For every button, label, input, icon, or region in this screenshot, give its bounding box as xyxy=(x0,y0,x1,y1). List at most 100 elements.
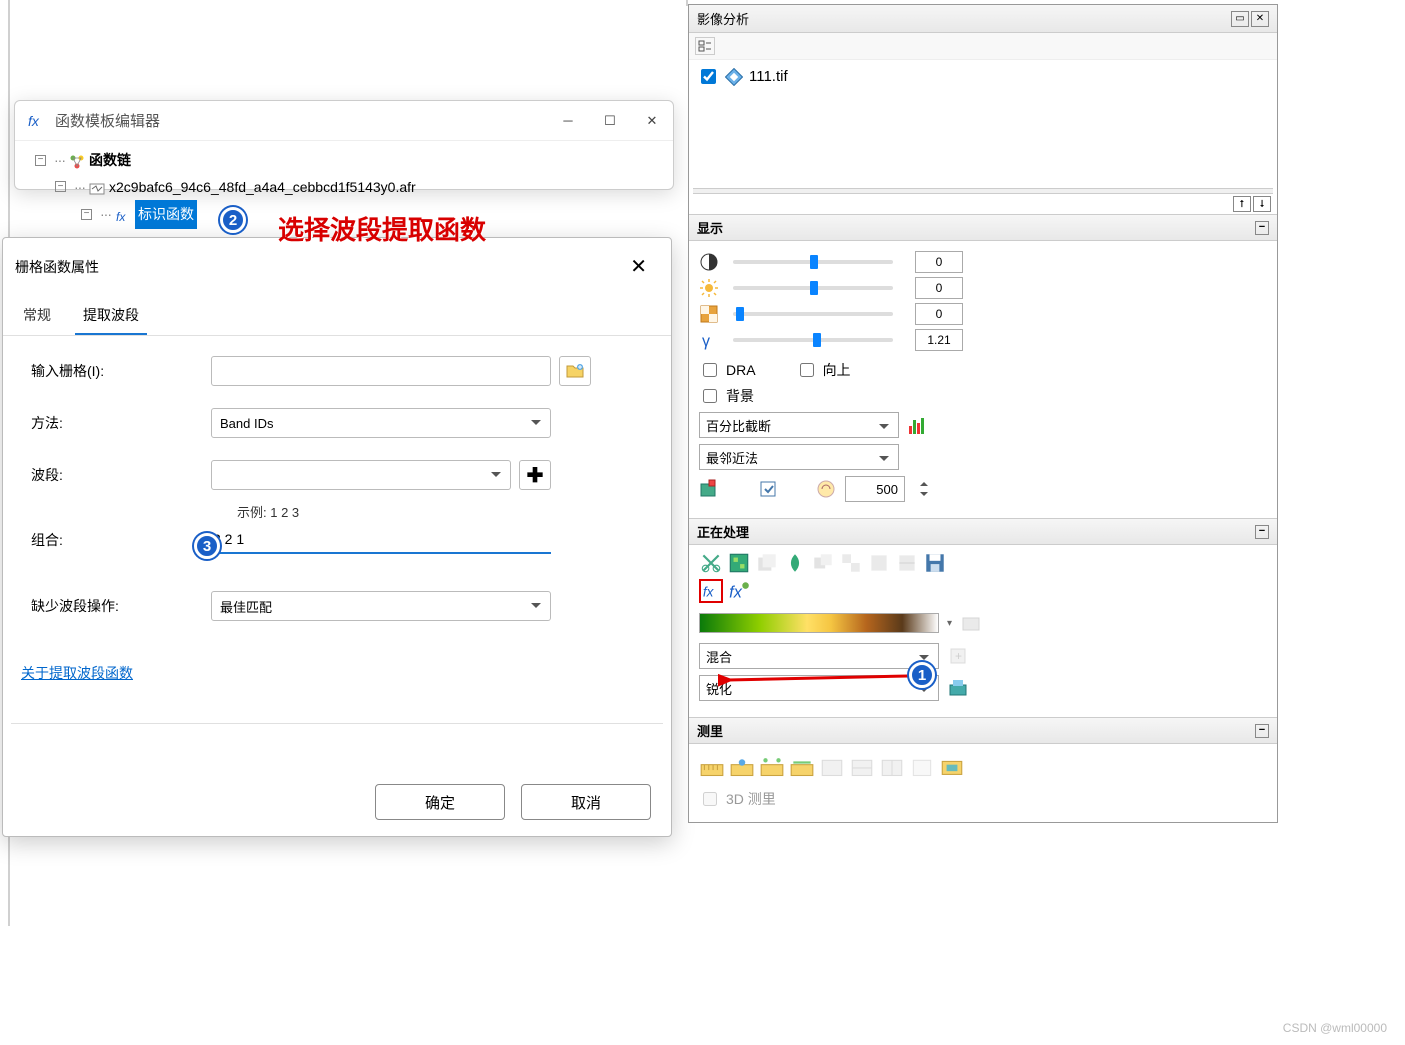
ok-button[interactable]: 确定 xyxy=(375,784,505,820)
dra-checkbox-row[interactable]: DRA xyxy=(699,360,756,380)
combo-input[interactable] xyxy=(211,526,551,554)
contrast-value[interactable]: 0 xyxy=(915,251,963,273)
collapse-icon[interactable]: − xyxy=(81,209,92,220)
transparency-value[interactable]: 0 xyxy=(915,303,963,325)
fx-icon: fx xyxy=(115,206,131,222)
blend-add-icon: + xyxy=(947,645,969,667)
callout-2: 2 xyxy=(220,207,246,233)
fx-titlebar: fx 函数模板编辑器 ─ ☐ ✕ xyxy=(15,101,673,141)
layer-list: 111.tif xyxy=(689,60,1277,188)
clip-tool-icon[interactable] xyxy=(699,551,723,575)
collapse-icon[interactable]: − xyxy=(55,181,66,192)
brightness-slider[interactable] xyxy=(733,286,893,290)
measure-height-icon[interactable] xyxy=(789,756,815,780)
label-method: 方法: xyxy=(31,413,211,433)
cancel-button[interactable]: 取消 xyxy=(521,784,651,820)
svg-text:fx: fx xyxy=(28,113,40,129)
save-tool-icon[interactable] xyxy=(923,551,947,575)
input-raster-field[interactable] xyxy=(211,356,551,386)
stretch-select[interactable] xyxy=(699,412,899,438)
zoom-value[interactable] xyxy=(845,476,905,502)
collapse-icon[interactable]: − xyxy=(1255,525,1269,539)
minimize-button[interactable]: ─ xyxy=(559,112,577,130)
missing-select[interactable] xyxy=(211,591,551,621)
section-display-head[interactable]: 显示 − xyxy=(689,214,1277,241)
3d-measure-row[interactable]: 3D 测里 xyxy=(699,789,1267,809)
measure-tool8-icon xyxy=(909,756,935,780)
callout-3: 3 xyxy=(194,533,220,559)
measure-tool6-icon xyxy=(849,756,875,780)
composite-tool-icon xyxy=(755,551,779,575)
section-measure-head[interactable]: 测里 − xyxy=(689,717,1277,744)
color-ramp[interactable] xyxy=(699,613,939,633)
brightness-value[interactable]: 0 xyxy=(915,277,963,299)
help-link[interactable]: 关于提取波段函数 xyxy=(21,665,133,681)
fx-window-title: 函数模板编辑器 xyxy=(55,110,559,131)
up-checkbox[interactable] xyxy=(800,363,814,377)
zoom-raster-icon[interactable] xyxy=(699,478,721,500)
add-band-button[interactable]: ✚ xyxy=(519,460,551,490)
ndvi-tool-icon[interactable] xyxy=(783,551,807,575)
panel-title-text: 影像分析 xyxy=(697,9,1229,28)
layer-checkbox[interactable] xyxy=(701,69,716,84)
fx-chain-tool-icon[interactable]: fx xyxy=(727,579,751,603)
transparency-slider[interactable] xyxy=(733,312,893,316)
gamma-icon: γ xyxy=(699,330,719,350)
maximize-button[interactable]: ☐ xyxy=(601,112,619,130)
processing-toolbar-1 xyxy=(699,551,1267,575)
close-icon[interactable]: ✕ xyxy=(622,250,655,283)
panel-close-button[interactable]: ✕ xyxy=(1251,11,1269,27)
options-icon[interactable] xyxy=(695,37,715,55)
method-select[interactable] xyxy=(211,408,551,438)
up-checkbox-row[interactable]: 向上 xyxy=(796,360,851,380)
panel-options-row xyxy=(689,33,1277,60)
measure-distance-icon[interactable] xyxy=(729,756,755,780)
tab-extract-bands[interactable]: 提取波段 xyxy=(75,297,147,335)
bg-checkbox-row[interactable]: 背景 xyxy=(699,386,1267,406)
measure-point-icon[interactable] xyxy=(699,756,725,780)
histogram-icon[interactable] xyxy=(907,414,929,436)
chain-icon xyxy=(69,152,85,168)
processing-toolbar-2: fx fx xyxy=(699,579,1267,603)
props-tabs: 常规 提取波段 xyxy=(3,297,671,336)
ortho-tool-icon xyxy=(867,551,891,575)
svg-text:+: + xyxy=(955,649,962,663)
bg-checkbox[interactable] xyxy=(703,389,717,403)
sharpen-select[interactable] xyxy=(699,675,939,701)
pan-sharpen-icon[interactable] xyxy=(947,677,969,699)
measure-area-icon[interactable] xyxy=(759,756,785,780)
export-ramp-icon xyxy=(960,612,982,634)
collapse-icon[interactable]: − xyxy=(1255,221,1269,235)
raster-props-dialog: 栅格函数属性 ✕ 常规 提取波段 输入栅格(I): 方法: 波段: xyxy=(2,237,672,837)
tab-general[interactable]: 常规 xyxy=(15,297,59,335)
fx-editor-tool-icon[interactable]: fx xyxy=(699,579,723,603)
tree-file[interactable]: − ··· x2c9bafc6_94c6_48fd_a4a4_cebbcd1f5… xyxy=(35,174,653,201)
section-measure-body: 3D 测里 xyxy=(689,744,1277,822)
pin-button[interactable]: ▭ xyxy=(1231,11,1249,27)
browse-button[interactable] xyxy=(559,356,591,386)
close-button[interactable]: ✕ xyxy=(643,112,661,130)
raster-layer-icon xyxy=(725,68,743,86)
blend-select[interactable] xyxy=(699,643,939,669)
collapse-icon[interactable]: − xyxy=(35,155,46,166)
mask-tool-icon[interactable] xyxy=(727,551,751,575)
measure-feature-icon[interactable] xyxy=(939,756,965,780)
transparency-icon xyxy=(699,304,719,324)
layer-item[interactable]: 111.tif xyxy=(697,66,1269,87)
scroll-down-icon[interactable]: ⭣ xyxy=(1253,196,1271,212)
scroll-up-icon[interactable]: ⭡ xyxy=(1233,196,1251,212)
bands-select[interactable] xyxy=(211,460,511,490)
dra-checkbox[interactable] xyxy=(703,363,717,377)
diff-tool-icon xyxy=(811,551,835,575)
scale-icon[interactable] xyxy=(815,478,837,500)
section-processing-head[interactable]: 正在处理 − xyxy=(689,518,1277,545)
section-measure-label: 测里 xyxy=(697,721,1255,740)
collapse-icon[interactable]: − xyxy=(1255,724,1269,738)
gamma-value[interactable]: 1.21 xyxy=(915,329,963,351)
refresh-icon[interactable] xyxy=(757,478,779,500)
tree-root[interactable]: − ··· 函数链 xyxy=(35,147,653,174)
contrast-slider[interactable] xyxy=(733,260,893,264)
gamma-slider[interactable] xyxy=(733,338,893,342)
resample-select[interactable] xyxy=(699,444,899,470)
zoom-stepper-icon[interactable] xyxy=(913,478,935,500)
